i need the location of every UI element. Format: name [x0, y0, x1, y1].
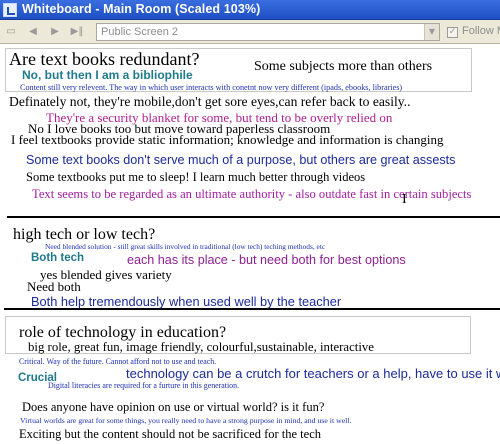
- whiteboard-text: technology can be a crutch for teachers …: [126, 366, 500, 381]
- whiteboard-text: Critical. Way of the future. Cannot affo…: [19, 357, 217, 366]
- whiteboard-text: Digital literacies are required for a fu…: [48, 381, 240, 390]
- whiteboard-text: Need blended solution - still great skil…: [45, 242, 326, 251]
- whiteboard-text: Some textbooks put me to sleep! I learn …: [26, 170, 366, 184]
- whiteboard-text: Are text books redundant?: [9, 49, 200, 69]
- whiteboard-text: Does anyone have opinion on use or virtu…: [22, 400, 325, 414]
- whiteboard-toolbar: ▭ ◀ ▶ ▶‖ Public Screen 2 ▼ ✓ Follow Mo: [0, 20, 500, 44]
- whiteboard-text: big role, great fun, image friendly, col…: [28, 340, 374, 354]
- whiteboard-text: Need both: [27, 279, 81, 294]
- add-screen-icon[interactable]: ▭: [4, 25, 18, 39]
- follow-moderator-checkbox[interactable]: ✓: [447, 27, 458, 38]
- whiteboard-app-icon: [3, 3, 17, 17]
- next-screen-icon[interactable]: ▶: [48, 25, 62, 39]
- whiteboard-text: Some subjects more than others: [254, 59, 433, 74]
- whiteboard-text: I feel textbooks provide static informat…: [11, 132, 444, 147]
- whiteboard-text: Both tech: [31, 252, 85, 264]
- whiteboard-text: Exciting but the content should not be s…: [19, 427, 321, 441]
- whiteboard-text: Content still very relevent. The way in …: [20, 83, 403, 92]
- whiteboard-text: Virtual worlds are great for some things…: [20, 416, 352, 425]
- window-title: Whiteboard - Main Room (Scaled 103%): [22, 2, 261, 16]
- whiteboard-canvas[interactable]: Are text books redundant? Some subjects …: [0, 44, 500, 444]
- whiteboard-text: high tech or low tech?: [13, 226, 156, 243]
- section-divider: [7, 216, 500, 218]
- screen-select[interactable]: Public Screen 2 ▼: [96, 23, 440, 41]
- whiteboard-text: Both help tremendously when used well by…: [31, 294, 342, 309]
- whiteboard-text: role of technology in education?: [19, 324, 227, 341]
- previous-screen-icon[interactable]: ◀: [26, 25, 40, 39]
- whiteboard-text: Some text books don't serve much of a pu…: [26, 153, 456, 167]
- whiteboard-text: No, but then I am a bibliophile: [22, 68, 193, 82]
- last-screen-icon[interactable]: ▶‖: [70, 25, 84, 39]
- screen-select-value: Public Screen 2: [101, 26, 179, 38]
- text-cursor-icon: I: [402, 192, 407, 207]
- chevron-down-icon[interactable]: ▼: [424, 24, 439, 40]
- window-titlebar: Whiteboard - Main Room (Scaled 103%): [0, 0, 500, 20]
- follow-moderator-label: Follow Mo: [462, 25, 500, 37]
- whiteboard-text: each has its place - but need both for b…: [127, 253, 406, 267]
- whiteboard-text: Definately not, they're mobile,don't get…: [9, 94, 411, 109]
